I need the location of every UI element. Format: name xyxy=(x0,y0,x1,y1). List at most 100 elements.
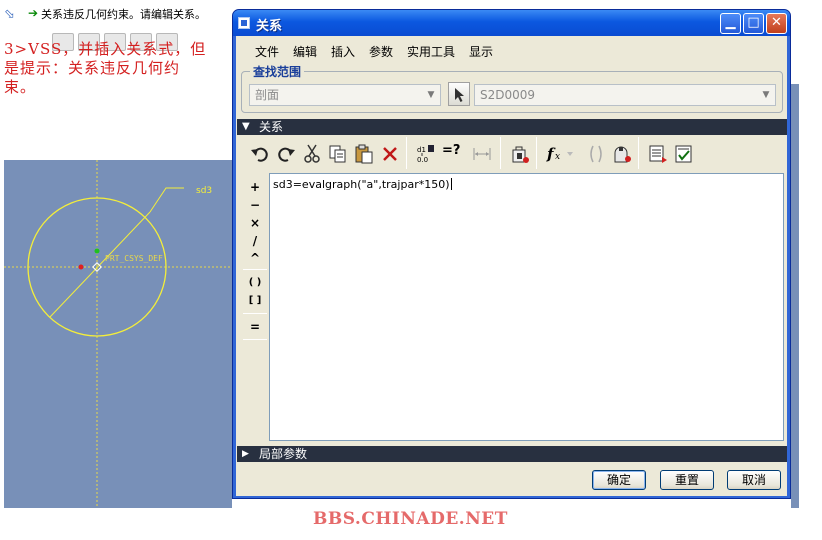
text-caret xyxy=(450,178,452,190)
operator-palette: + − × / ^ ( ) [ ] = xyxy=(242,173,268,431)
palette-separator xyxy=(243,339,267,340)
svg-text:d1: d1 xyxy=(417,146,426,154)
menu-insert[interactable]: 插入 xyxy=(331,43,355,60)
look-in-type-value: 剖面 xyxy=(255,88,280,102)
sketch-canvas[interactable]: sd3 PRT_CSYS_DEF xyxy=(4,160,232,508)
paste-button[interactable] xyxy=(350,139,376,167)
sketch-drawing: sd3 PRT_CSYS_DEF xyxy=(4,160,232,508)
cut-button[interactable] xyxy=(298,139,324,167)
expand-triangle-icon: ▶ xyxy=(242,449,249,459)
dialog-body: 文件 编辑 插入 参数 实用工具 显示 查找范围 剖面 ▼ S2D0009 ▼ xyxy=(236,36,787,496)
svg-text:0.0: 0.0 xyxy=(417,156,428,164)
toolbar-separator xyxy=(536,137,537,169)
cancel-button[interactable]: 取消 xyxy=(727,470,781,490)
measure-button[interactable] xyxy=(468,139,494,167)
relation-line[interactable]: sd3=evalgraph("a",trajpar*150) xyxy=(273,178,452,191)
redo-button[interactable] xyxy=(272,139,298,167)
sort-relations-button[interactable] xyxy=(644,139,670,167)
relations-toolbar: d1 0.0 =? fx xyxy=(242,135,782,171)
cut-icon xyxy=(304,144,320,163)
menu-bar: 文件 编辑 插入 参数 实用工具 显示 xyxy=(236,36,787,62)
dialog-title-bar[interactable]: 关系 ▁ □ ✕ xyxy=(233,10,790,36)
look-in-legend: 查找范围 xyxy=(250,63,305,80)
function-button[interactable]: fx xyxy=(542,139,576,167)
equals-operator-button[interactable]: = xyxy=(242,318,268,336)
relations-editor[interactable]: sd3=evalgraph("a",trajpar*150) xyxy=(269,173,784,441)
minimize-icon: ▁ xyxy=(725,15,736,30)
delete-icon xyxy=(383,147,397,161)
relations-section-label: 关系 xyxy=(259,120,284,134)
parentheses-button[interactable]: ( ) xyxy=(242,274,268,292)
maximize-button[interactable]: □ xyxy=(743,13,764,34)
reset-button[interactable]: 重置 xyxy=(660,470,714,490)
annotation-line: 3>VSS，并插入关系式，但 xyxy=(4,40,207,58)
menu-parameters[interactable]: 参数 xyxy=(369,43,393,60)
look-in-object-select[interactable]: S2D0009 ▼ xyxy=(474,84,776,106)
close-icon: ✕ xyxy=(771,15,782,30)
menu-file[interactable]: 文件 xyxy=(255,43,279,60)
bracket-button[interactable] xyxy=(582,139,608,167)
watermark: BBS.CHINADE.NET xyxy=(313,509,508,529)
window-app-icon xyxy=(238,17,250,29)
message-area: ⬂ ➔ 关系违反几何约束。请编辑关系。 xyxy=(0,0,232,30)
evaluate-button[interactable] xyxy=(608,139,634,167)
annotation-line: 束。 xyxy=(4,78,37,96)
plus-operator-button[interactable]: + xyxy=(242,178,268,196)
redo-icon xyxy=(278,147,295,162)
chevron-down-icon: ▼ xyxy=(762,90,770,100)
close-button[interactable]: ✕ xyxy=(766,13,787,34)
bracket-icon xyxy=(590,145,602,163)
dimension-label[interactable]: sd3 xyxy=(196,186,212,196)
message-pointer-icon: ⬂ xyxy=(4,7,15,22)
sketch-canvas-edge xyxy=(791,84,799,508)
relation-text: sd3=evalgraph("a",trajpar*150) xyxy=(273,178,450,191)
relations-section-header[interactable]: ▼ 关系 xyxy=(237,119,787,135)
brackets-button[interactable]: [ ] xyxy=(242,292,268,310)
svg-text:x: x xyxy=(555,152,560,162)
look-in-object-value: S2D0009 xyxy=(480,88,536,102)
menu-edit[interactable]: 编辑 xyxy=(293,43,317,60)
forum-annotation: 3>VSS，并插入关系式，但 是提示：关系违反几何约 束。 xyxy=(4,40,230,97)
undo-icon xyxy=(251,147,268,162)
minus-operator-button[interactable]: − xyxy=(242,196,268,214)
palette-separator xyxy=(243,313,267,314)
look-in-type-select[interactable]: 剖面 ▼ xyxy=(249,84,441,106)
menu-display[interactable]: 显示 xyxy=(469,43,493,60)
sort-icon xyxy=(649,145,667,163)
switch-dims-button[interactable]: d1 0.0 xyxy=(412,139,438,167)
minimize-button[interactable]: ▁ xyxy=(720,13,741,34)
dialog-title: 关系 xyxy=(256,19,283,34)
csys-y-marker xyxy=(94,248,100,254)
left-margin xyxy=(0,0,4,508)
select-object-button[interactable] xyxy=(448,82,470,106)
undo-button[interactable] xyxy=(246,139,272,167)
screen: ⬂ ➔ 关系违反几何约束。请编辑关系。 3>VSS，并插入关系式，但 是提示：关… xyxy=(0,0,822,540)
message-arrow-icon: ➔ xyxy=(28,6,39,20)
ok-button[interactable]: 确定 xyxy=(592,470,646,490)
annotation-line: 是提示：关系违反几何约 xyxy=(4,59,181,77)
paste-icon xyxy=(355,144,373,164)
toolbar-separator xyxy=(406,137,407,169)
delete-button[interactable] xyxy=(376,139,402,167)
locked-params-icon xyxy=(512,146,529,163)
local-params-section-header[interactable]: ▶ 局部参数 xyxy=(237,446,787,462)
verify-relations-button[interactable] xyxy=(670,139,696,167)
toolbar-separator xyxy=(500,137,501,169)
relations-dialog: 关系 ▁ □ ✕ 文件 编辑 插入 参数 实用工具 显示 查找范围 剖面 ▼ S… xyxy=(232,9,791,499)
maximize-icon: □ xyxy=(747,15,760,30)
function-icon: fx xyxy=(546,145,573,163)
switch-dims-icon: d10.0 xyxy=(417,145,434,164)
divide-operator-button[interactable]: / xyxy=(242,232,268,250)
dimension-leader xyxy=(149,187,184,213)
collapse-triangle-icon: ▼ xyxy=(242,121,250,132)
copy-button[interactable] xyxy=(324,139,350,167)
locked-params-button[interactable] xyxy=(506,139,532,167)
verify-text[interactable]: =? xyxy=(442,143,460,158)
palette-separator xyxy=(243,269,267,270)
power-operator-button[interactable]: ^ xyxy=(242,249,268,267)
multiply-operator-button[interactable]: × xyxy=(242,214,268,232)
menu-utilities[interactable]: 实用工具 xyxy=(407,43,455,60)
pointer-icon xyxy=(455,88,464,102)
diameter-dimension-line xyxy=(49,211,151,318)
csys-label: PRT_CSYS_DEF xyxy=(105,254,163,263)
